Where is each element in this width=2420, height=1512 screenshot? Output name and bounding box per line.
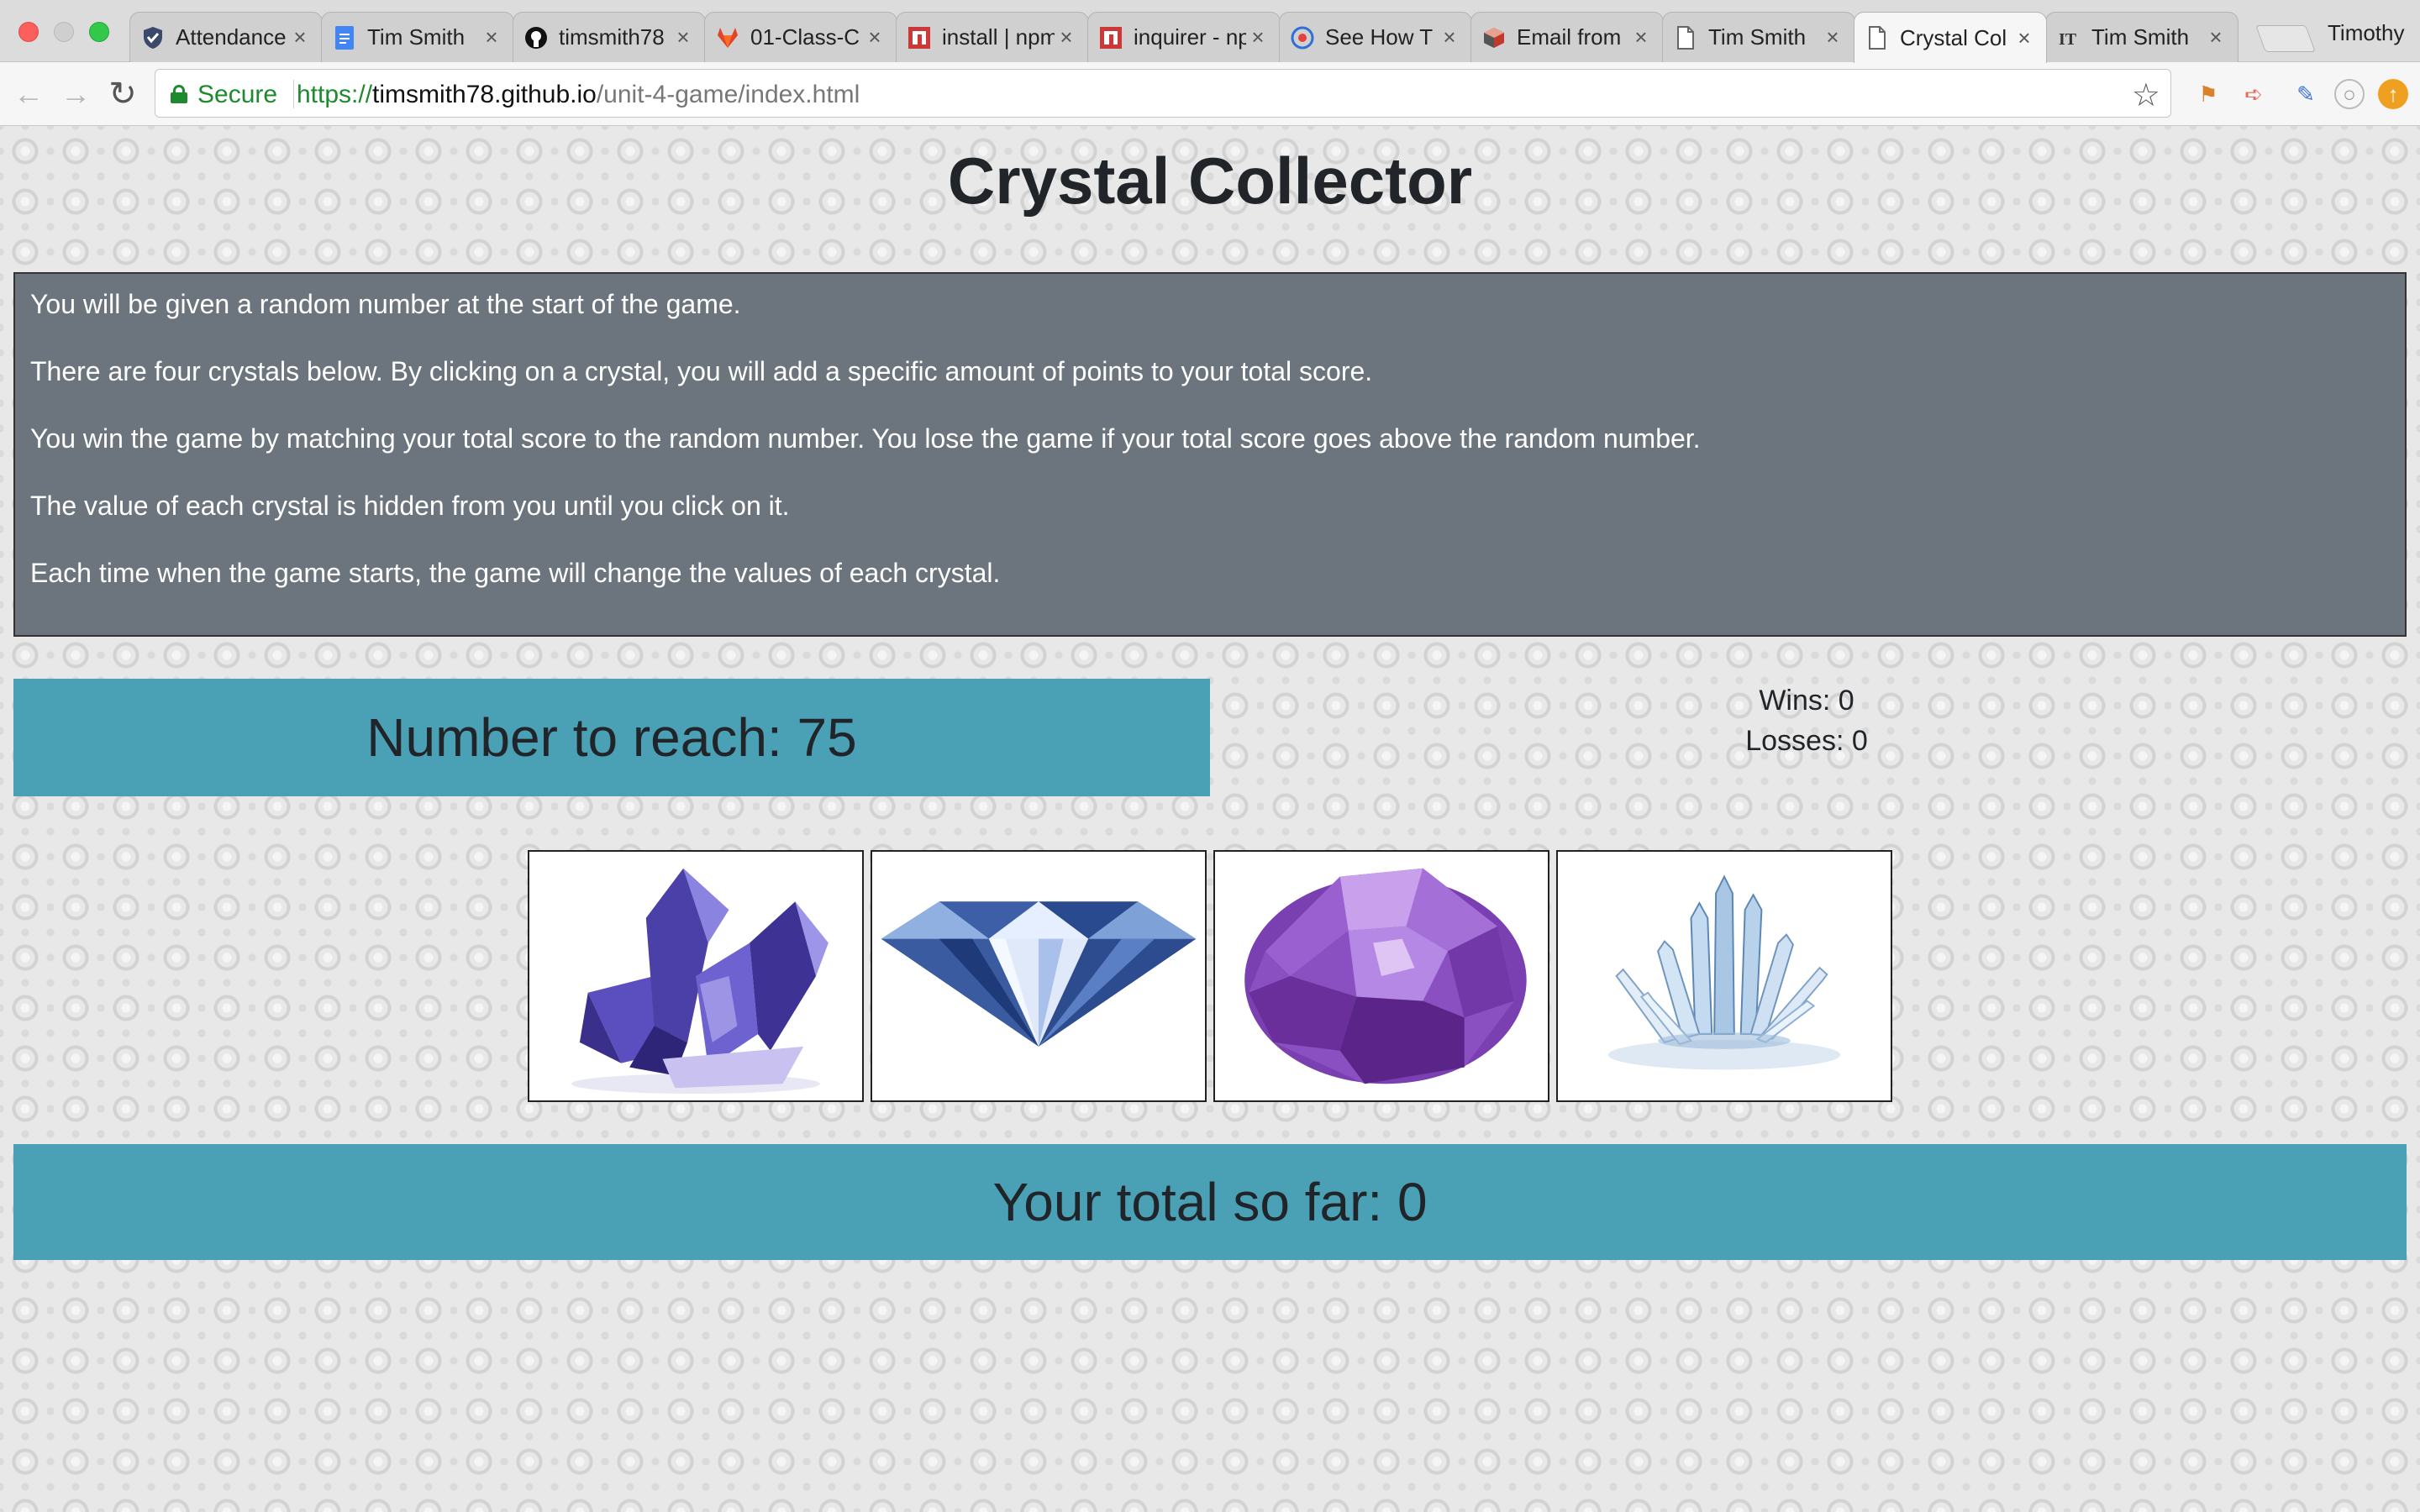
globe-icon	[1290, 25, 1315, 50]
tab-list: Attendance × Tim Smith × timsmith78 × 01…	[129, 12, 2238, 63]
address-bar[interactable]: Secure https://timsmith78.github.io/unit…	[155, 69, 2171, 118]
tab-title: inquirer - npm	[1134, 24, 1246, 50]
close-tab-icon[interactable]: ×	[671, 24, 695, 50]
amethyst-crystal-icon	[1244, 868, 1527, 1084]
address-separator	[293, 80, 294, 108]
total-score-box: Your total so far: 0	[13, 1144, 2407, 1260]
url-path: /unit-4-game/index.html	[596, 81, 860, 108]
tab-title: Tim Smith	[2091, 24, 2190, 50]
close-tab-icon[interactable]: ×	[1821, 24, 1844, 50]
secure-label: Secure	[197, 81, 278, 108]
new-tab-button[interactable]	[2255, 25, 2316, 52]
tab-install-npm[interactable]: install | npm ×	[896, 12, 1089, 62]
tab-strip: Attendance × Tim Smith × timsmith78 × 01…	[0, 0, 2420, 63]
tab-gitlab[interactable]: 01-Class-C ×	[704, 12, 897, 62]
close-window-button[interactable]	[18, 22, 39, 42]
target-number-box: Number to reach: 75	[13, 679, 1210, 796]
instruction-line: You will be given a random number at the…	[30, 289, 741, 319]
extension-eyedropper-icon[interactable]: ✎	[2291, 79, 2321, 109]
close-tab-icon[interactable]: ×	[1055, 24, 1078, 50]
tab-crystal-collector[interactable]: Crystal Col ×	[1854, 12, 2047, 63]
extension-arrow-icon[interactable]: ➪	[2238, 79, 2269, 109]
target-number: Number to reach: 75	[366, 707, 857, 768]
close-tab-icon[interactable]: ×	[1246, 24, 1270, 50]
svg-text:IT: IT	[2059, 30, 2077, 48]
total-score: Your total so far: 0	[992, 1172, 1428, 1232]
maximize-window-button[interactable]	[89, 22, 109, 42]
extension-flag-icon[interactable]: ⚑	[2193, 79, 2223, 109]
close-tab-icon[interactable]: ×	[288, 24, 312, 50]
gitlab-icon	[715, 25, 740, 50]
tab-title: timsmith78	[559, 24, 665, 50]
purple-cluster-crystal-icon	[571, 868, 829, 1095]
close-tab-icon[interactable]: ×	[2012, 25, 2036, 51]
tab-inquirer-npm[interactable]: inquirer - npm ×	[1087, 12, 1281, 62]
tab-see-how[interactable]: See How T ×	[1279, 12, 1472, 62]
close-tab-icon[interactable]: ×	[863, 24, 886, 50]
box-icon	[1481, 25, 1507, 50]
crystal-button-2[interactable]	[871, 850, 1207, 1102]
github-icon	[523, 25, 549, 50]
npm-icon	[1098, 25, 1123, 50]
page-body: Crystal Collector You will be given a ra…	[0, 126, 2420, 1512]
instruction-line: There are four crystals below. By clicki…	[30, 356, 1373, 386]
close-tab-icon[interactable]: ×	[480, 24, 503, 50]
extension-circle-icon[interactable]: ○	[2334, 79, 2365, 109]
tab-email-from[interactable]: Email from ×	[1470, 12, 1664, 62]
tab-title: Email from	[1517, 24, 1622, 50]
instruction-line: Each time when the game starts, the game…	[30, 558, 1001, 588]
shield-check-icon	[140, 25, 166, 50]
tab-attendance[interactable]: Attendance ×	[129, 12, 323, 62]
tab-title: 01-Class-C	[750, 24, 860, 50]
tab-title: Attendance	[176, 24, 287, 50]
url-text[interactable]: https://timsmith78.github.io/unit-4-game…	[297, 81, 860, 109]
tab-title: Tim Smith	[367, 24, 466, 50]
extension-upload-icon[interactable]: ↑	[2378, 79, 2408, 109]
instructions-panel: You will be given a random number at the…	[13, 272, 2407, 637]
close-tab-icon[interactable]: ×	[2204, 24, 2228, 50]
close-tab-icon[interactable]: ×	[1438, 24, 1461, 50]
reload-icon[interactable]: ↻	[106, 77, 139, 111]
wins-count: Wins: 0	[1759, 685, 1854, 717]
it-icon: IT	[2056, 25, 2081, 50]
tab-title: Tim Smith	[1708, 24, 1807, 50]
close-tab-icon[interactable]: ×	[1629, 24, 1653, 50]
score-board: Wins: 0 Losses: 0	[1664, 680, 1949, 761]
instruction-line: The value of each crystal is hidden from…	[30, 491, 790, 521]
browser-toolbar: ← → ↻ Secure https://timsmith78.github.i…	[0, 62, 2420, 126]
crystal-button-1[interactable]	[528, 850, 864, 1102]
page-icon	[1865, 25, 1890, 50]
crystal-button-3[interactable]	[1213, 850, 1549, 1102]
quartz-cluster-crystal-icon	[1607, 874, 1841, 1070]
tab-tim-smith-doc[interactable]: Tim Smith ×	[321, 12, 514, 62]
minimize-window-button[interactable]	[54, 22, 74, 42]
instruction-line: You win the game by matching your total …	[30, 423, 1701, 454]
tab-title: See How T	[1325, 24, 1434, 50]
bookmark-star-icon[interactable]: ☆	[2132, 76, 2160, 114]
diamond-crystal-icon	[881, 901, 1197, 1047]
page-icon	[1673, 25, 1698, 50]
google-doc-icon	[332, 25, 357, 50]
tab-title: Crystal Col	[1900, 24, 2007, 50]
tab-title: install | npm	[942, 24, 1055, 50]
profile-name[interactable]: Timothy	[2328, 20, 2405, 46]
losses-count: Losses: 0	[1745, 725, 1868, 757]
forward-arrow-icon[interactable]: →	[59, 77, 92, 111]
npm-icon	[907, 25, 932, 50]
crystal-row	[528, 850, 1899, 1102]
lock-icon	[171, 85, 187, 103]
tab-tim-smith-page[interactable]: Tim Smith ×	[1662, 12, 1855, 62]
url-host: timsmith78.github.io	[372, 81, 597, 108]
page-title: Crystal Collector	[947, 144, 1473, 218]
crystal-button-4[interactable]	[1556, 850, 1892, 1102]
tab-tim-smith-it[interactable]: IT Tim Smith ×	[2045, 12, 2238, 62]
url-scheme: https://	[297, 81, 373, 108]
back-arrow-icon[interactable]: ←	[12, 77, 45, 111]
tab-github[interactable]: timsmith78 ×	[513, 12, 706, 62]
